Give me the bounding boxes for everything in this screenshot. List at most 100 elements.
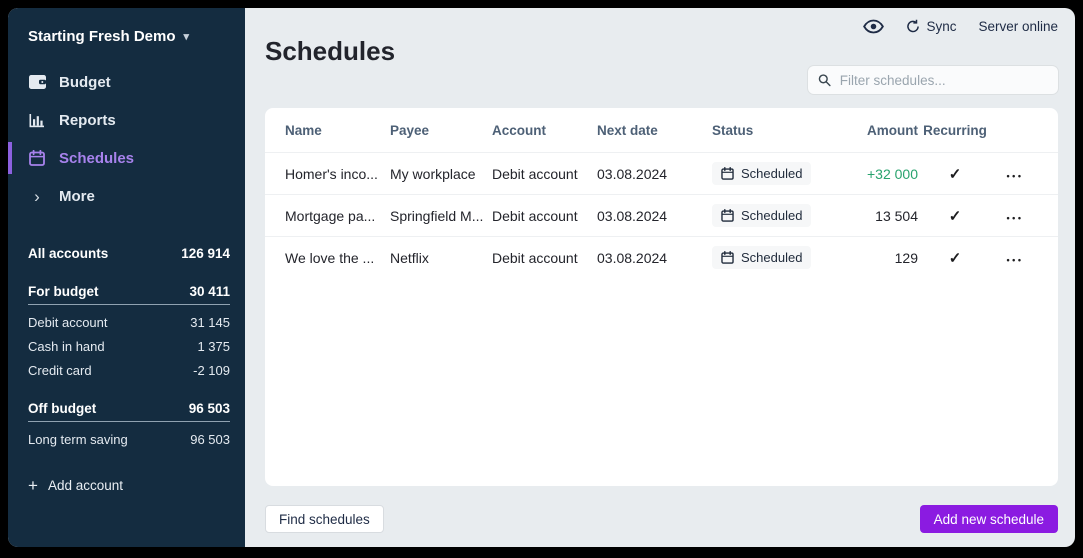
add-account-button[interactable]: + Add account <box>28 477 230 494</box>
eye-icon <box>863 19 884 34</box>
sidebar: Starting Fresh Demo ▾ Budget Reports Sch… <box>8 8 245 547</box>
column-header-amount: Amount <box>842 123 918 138</box>
sidebar-item-more[interactable]: › More <box>8 177 245 215</box>
accounts-list: All accounts 126 914 For budget 30 411 D… <box>8 241 245 451</box>
sidebar-item-budget[interactable]: Budget <box>8 63 245 101</box>
status-badge: Scheduled <box>712 162 811 185</box>
status-badge: Scheduled <box>712 246 811 269</box>
recurring-check-icon: ✓ <box>949 208 962 225</box>
filter-box <box>808 66 1058 94</box>
schedule-row[interactable]: Mortgage pa... Springfield M... Debit ac… <box>265 194 1058 236</box>
account-balance: -2 109 <box>193 363 230 378</box>
schedule-payee: Netflix <box>390 250 492 266</box>
page-title: Schedules <box>265 36 395 67</box>
row-menu-button[interactable]: ••• <box>1007 171 1024 181</box>
sidebar-item-schedules[interactable]: Schedules <box>8 139 245 177</box>
account-balance: 1 375 <box>197 339 230 354</box>
schedule-amount: 129 <box>842 250 918 266</box>
schedule-amount: +32 000 <box>842 166 918 182</box>
status-label: Scheduled <box>741 166 802 181</box>
account-row[interactable]: Credit card -2 109 <box>28 358 230 382</box>
column-header-account: Account <box>492 123 597 138</box>
account-label: Debit account <box>28 315 108 330</box>
account-label: For budget <box>28 284 99 299</box>
schedule-account: Debit account <box>492 166 597 182</box>
schedule-next-date: 03.08.2024 <box>597 208 712 224</box>
plus-icon: + <box>28 477 38 494</box>
status-label: Scheduled <box>741 208 802 223</box>
sync-label: Sync <box>926 19 956 34</box>
calendar-icon <box>28 150 46 166</box>
sidebar-item-reports[interactable]: Reports <box>8 101 245 139</box>
reports-icon <box>28 113 46 128</box>
calendar-icon <box>721 251 734 264</box>
sidebar-nav: Budget Reports Schedules › More <box>8 63 245 215</box>
account-label: Off budget <box>28 401 96 416</box>
recurring-check-icon: ✓ <box>949 250 962 267</box>
schedule-next-date: 03.08.2024 <box>597 166 712 182</box>
schedule-account: Debit account <box>492 250 597 266</box>
account-row[interactable]: Long term saving 96 503 <box>28 427 230 451</box>
account-label: Long term saving <box>28 432 128 447</box>
status-label: Scheduled <box>741 250 802 265</box>
server-status[interactable]: Server online <box>978 19 1058 34</box>
wallet-icon <box>28 75 46 89</box>
account-balance: 31 145 <box>190 315 230 330</box>
account-balance: 96 503 <box>190 432 230 447</box>
sync-button[interactable]: Sync <box>906 19 956 34</box>
table-body: Homer's inco... My workplace Debit accou… <box>265 152 1058 278</box>
account-row-all-accounts[interactable]: All accounts 126 914 <box>28 241 230 265</box>
row-menu-button[interactable]: ••• <box>1007 213 1024 223</box>
add-new-schedule-button[interactable]: Add new schedule <box>920 505 1058 533</box>
budget-file-name: Starting Fresh Demo <box>28 28 176 45</box>
account-row[interactable]: Debit account 31 145 <box>28 310 230 334</box>
sidebar-item-label: More <box>59 188 95 205</box>
calendar-icon <box>721 167 734 180</box>
account-label: All accounts <box>28 246 108 261</box>
table-header: Name Payee Account Next date Status Amou… <box>265 108 1058 152</box>
account-label: Credit card <box>28 363 92 378</box>
account-group-for-budget[interactable]: For budget 30 411 <box>28 279 230 305</box>
schedule-payee: My workplace <box>390 166 492 182</box>
schedule-account: Debit account <box>492 208 597 224</box>
app-window: Starting Fresh Demo ▾ Budget Reports Sch… <box>8 8 1075 547</box>
schedule-name: We love the ... <box>285 250 390 266</box>
sidebar-item-label: Reports <box>59 112 116 129</box>
find-schedules-button[interactable]: Find schedules <box>265 505 384 533</box>
search-icon <box>818 73 831 87</box>
column-header-next-date: Next date <box>597 123 712 138</box>
account-balance: 96 503 <box>189 401 230 416</box>
schedule-amount: 13 504 <box>842 208 918 224</box>
add-account-label: Add account <box>48 478 123 493</box>
calendar-icon <box>721 209 734 222</box>
filter-schedules-input[interactable] <box>838 72 1048 89</box>
column-header-name: Name <box>285 123 390 138</box>
schedule-name: Homer's inco... <box>285 166 390 182</box>
budget-file-menu[interactable]: Starting Fresh Demo ▾ <box>8 25 245 47</box>
column-header-recurring: Recurring <box>918 123 992 138</box>
account-balance: 30 411 <box>189 284 230 299</box>
schedule-next-date: 03.08.2024 <box>597 250 712 266</box>
status-badge: Scheduled <box>712 204 811 227</box>
account-group-off-budget[interactable]: Off budget 96 503 <box>28 396 230 422</box>
column-header-payee: Payee <box>390 123 492 138</box>
schedule-row[interactable]: Homer's inco... My workplace Debit accou… <box>265 152 1058 194</box>
sidebar-item-label: Schedules <box>59 150 134 167</box>
recurring-check-icon: ✓ <box>949 166 962 183</box>
privacy-eye-button[interactable] <box>863 19 884 34</box>
account-label: Cash in hand <box>28 339 105 354</box>
account-balance: 126 914 <box>181 246 230 261</box>
column-header-status: Status <box>712 123 842 138</box>
schedule-name: Mortgage pa... <box>285 208 390 224</box>
sidebar-item-label: Budget <box>59 74 111 91</box>
sync-icon <box>906 19 920 34</box>
account-row[interactable]: Cash in hand 1 375 <box>28 334 230 358</box>
schedule-payee: Springfield M... <box>390 208 492 224</box>
main-content: Sync Server online Schedules Name Payee … <box>245 8 1075 547</box>
row-menu-button[interactable]: ••• <box>1007 255 1024 265</box>
topbar: Sync Server online <box>863 13 1058 39</box>
chevron-down-icon: ▾ <box>184 30 190 43</box>
chevron-right-icon: › <box>28 188 46 205</box>
schedules-table: Name Payee Account Next date Status Amou… <box>265 108 1058 486</box>
schedule-row[interactable]: We love the ... Netflix Debit account 03… <box>265 236 1058 278</box>
